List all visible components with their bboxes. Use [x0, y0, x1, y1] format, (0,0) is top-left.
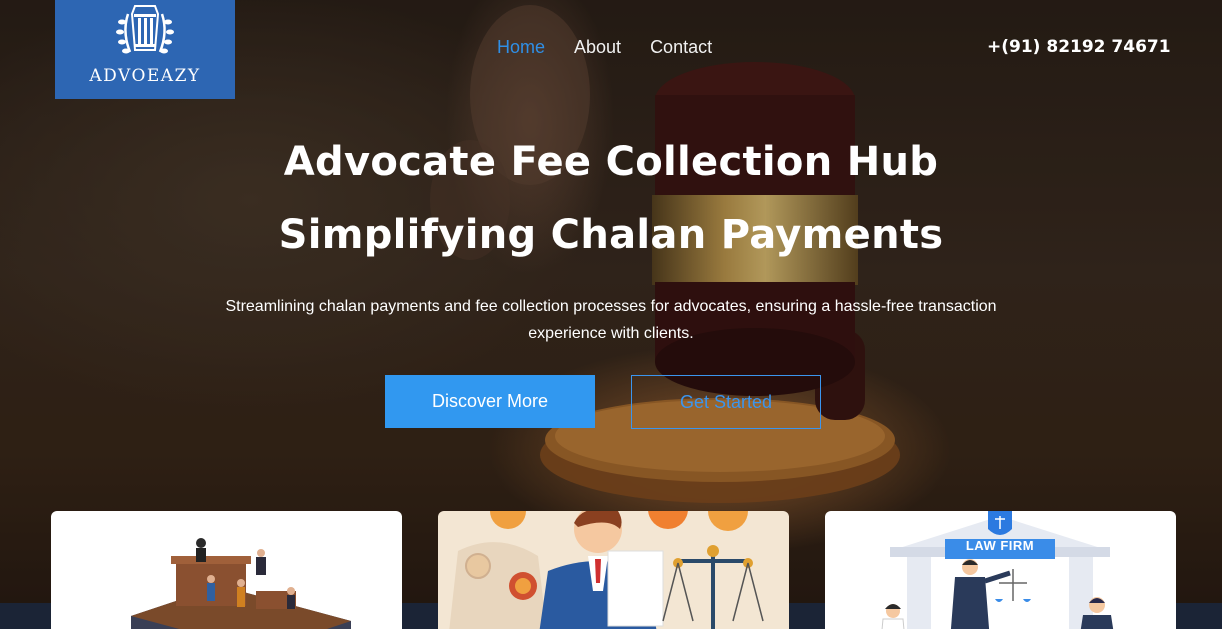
- discover-more-button[interactable]: Discover More: [385, 375, 595, 428]
- main-navigation: Home About Contact: [497, 37, 712, 58]
- law-firm-illustration: [881, 511, 1114, 629]
- get-started-button[interactable]: Get Started: [631, 375, 821, 429]
- pillar-laurel-icon: [116, 5, 174, 54]
- phone-number[interactable]: +(91) 82192 74671: [987, 37, 1171, 57]
- hero-title-line1: Advocate Fee Collection Hub: [283, 139, 939, 185]
- law-firm-sign: LAW FIRM: [965, 538, 1035, 553]
- hero-title-line2: Simplifying Chalan Payments: [278, 212, 944, 258]
- nav-link-home[interactable]: Home: [497, 37, 545, 58]
- nav-link-contact[interactable]: Contact: [650, 37, 712, 58]
- brand-name: ADVOEAZY: [89, 66, 201, 86]
- brand-logo[interactable]: ADVOEAZY: [55, 0, 235, 99]
- hero-subtitle: Streamlining chalan payments and fee col…: [225, 298, 997, 342]
- feature-card-courtroom[interactable]: [51, 511, 402, 629]
- feature-card-documents[interactable]: [438, 511, 789, 629]
- lawyer-documents-illustration: [449, 511, 764, 629]
- courtroom-illustration: [131, 538, 351, 629]
- feature-card-law-firm[interactable]: [825, 511, 1176, 629]
- nav-link-about[interactable]: About: [574, 37, 621, 58]
